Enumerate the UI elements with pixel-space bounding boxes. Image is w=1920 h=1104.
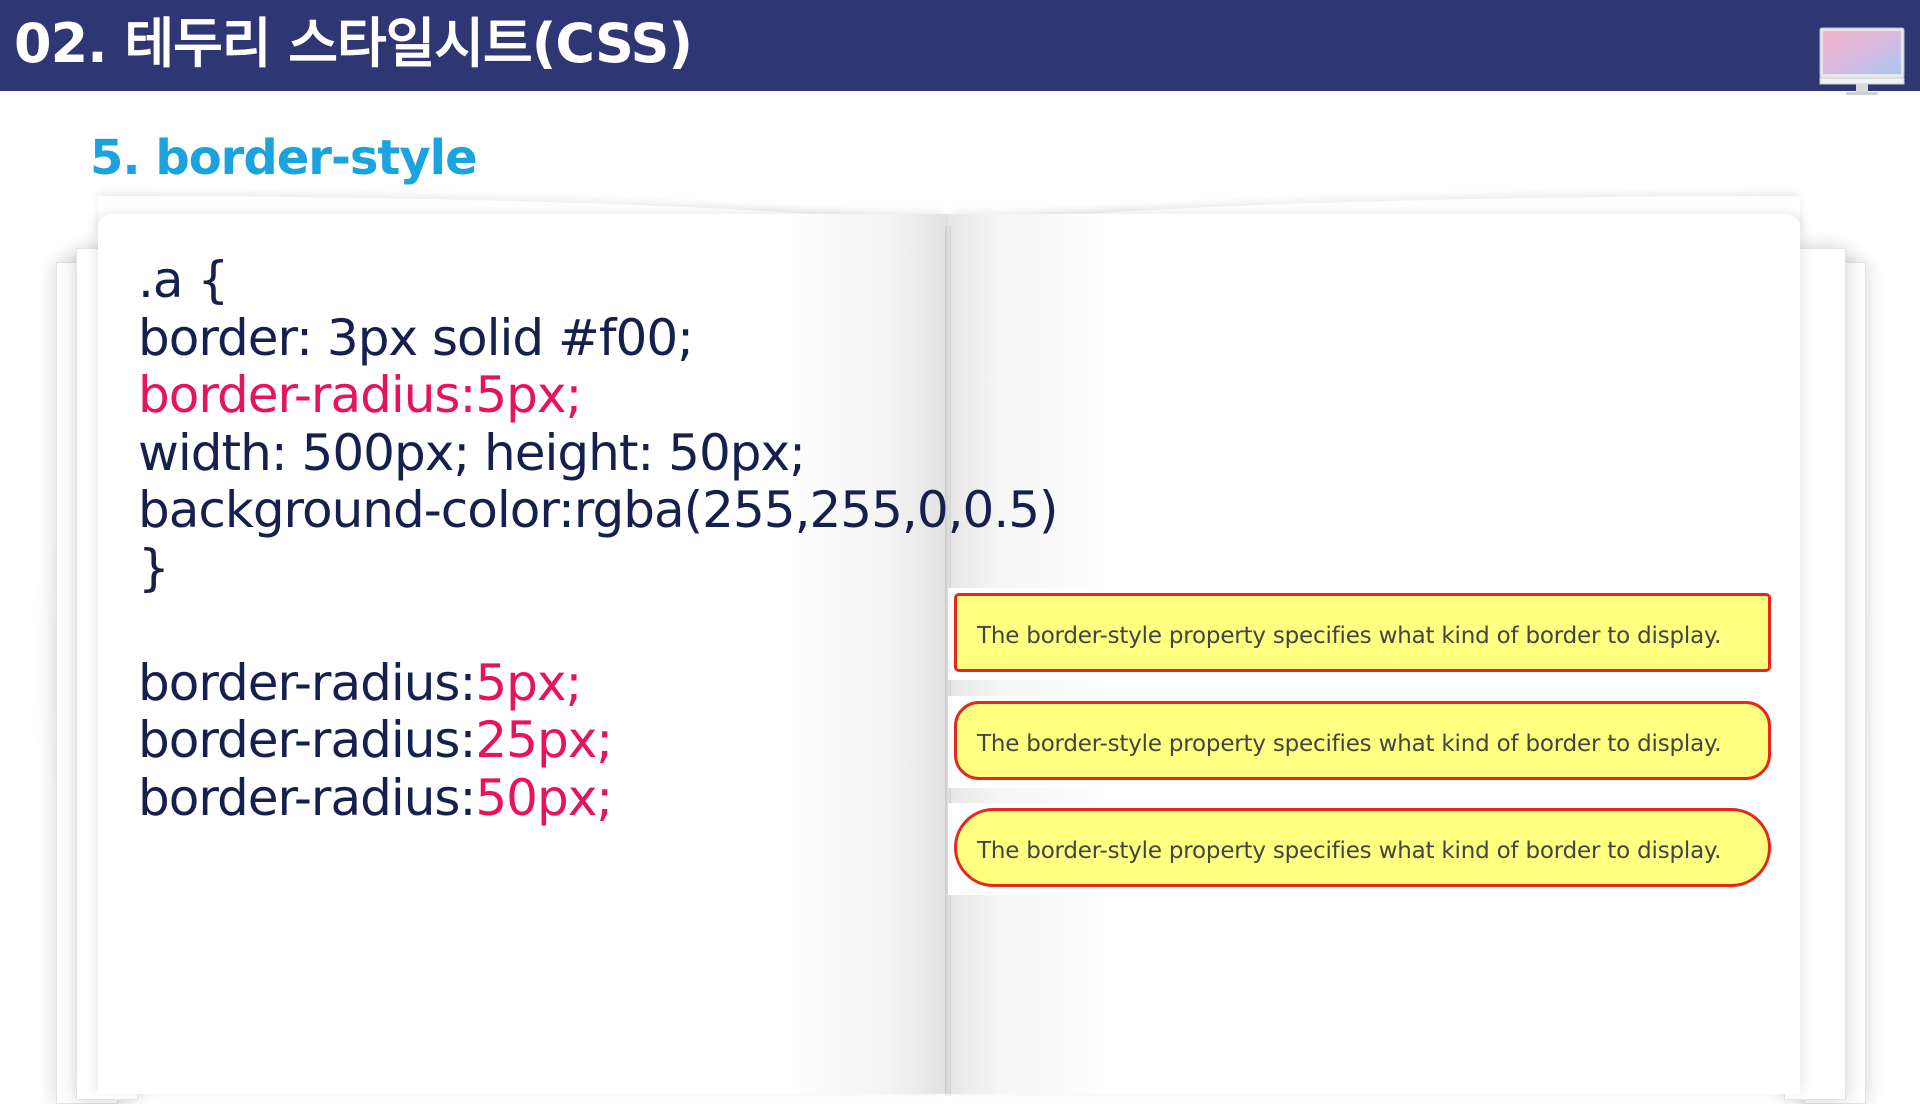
code-line-border: border: 3px solid #f00; — [138, 308, 694, 367]
code-variant-line: border-radius:50px; — [138, 768, 1058, 828]
code-line-background: background-color:rgba(255,255,0,0.5) — [138, 481, 1059, 539]
code-variant-prop: border-radius: — [138, 653, 476, 712]
demo-box: The border-style property specifies what… — [954, 593, 1771, 672]
css-code-block: .a { border: 3px solid #f00; border-radi… — [138, 251, 1059, 828]
code-variant-value: 5px; — [475, 653, 582, 712]
code-variant-prop: border-radius: — [138, 711, 476, 769]
code-variant-line: border-radius:25px; — [138, 711, 1058, 770]
code-variant-value: 25px; — [475, 711, 613, 769]
slide-title: 02. 테두리 스타일시트(CSS) — [14, 12, 693, 75]
code-variant-value: 50px; — [475, 768, 613, 827]
demo-example-radius-5: The border-style property specifies what… — [948, 588, 1778, 680]
monitor-icon — [1819, 27, 1905, 95]
section-title: 5. border-style — [90, 130, 478, 186]
code-line-selector: .a { — [138, 251, 229, 309]
header-bar: 02. 테두리 스타일시트(CSS) — [0, 0, 1920, 95]
code-variant-line: border-radius:5px; — [138, 653, 1058, 713]
code-line-radius: border-radius:5px; — [138, 366, 582, 424]
code-line-close: } — [138, 538, 170, 597]
demo-example-radius-25: The border-style property specifies what… — [948, 696, 1778, 788]
demo-example-radius-50: The border-style property specifies what… — [948, 803, 1778, 895]
code-variant-prop: border-radius: — [138, 768, 476, 827]
demo-box: The border-style property specifies what… — [954, 701, 1771, 780]
code-line-size: width: 500px; height: 50px; — [138, 423, 806, 482]
demo-box: The border-style property specifies what… — [954, 808, 1771, 887]
